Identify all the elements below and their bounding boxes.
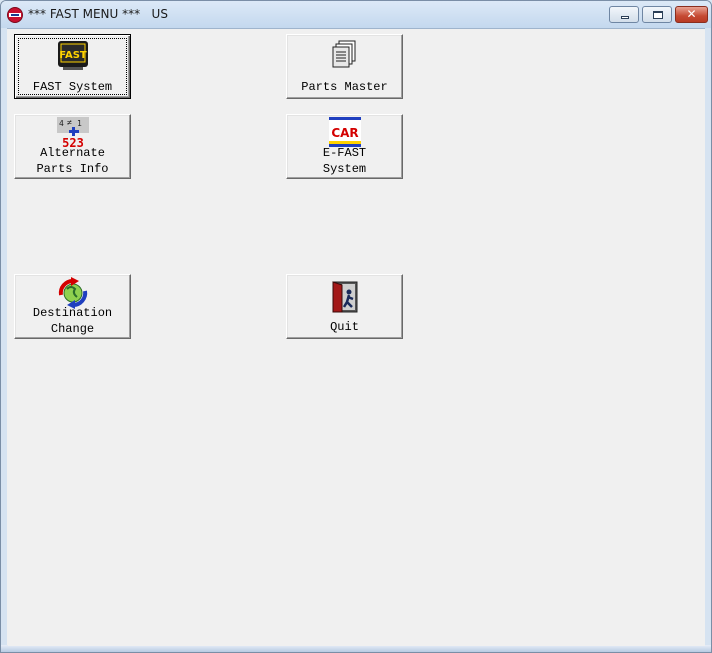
- fast-logo-icon: FAST: [58, 41, 88, 70]
- alternate-parts-info-button[interactable]: 4 ≠ 1 523 Alternate Parts Info: [14, 114, 131, 179]
- fast-logo-text: FAST: [59, 50, 87, 61]
- minimize-button[interactable]: [609, 6, 639, 23]
- minimize-icon: [621, 16, 629, 19]
- parts-master-label: Parts Master: [301, 80, 388, 94]
- title-bar[interactable]: *** FAST MENU *** US ✕: [1, 1, 711, 29]
- app-logo-icon[interactable]: [7, 7, 23, 23]
- fast-menu-window: *** FAST MENU *** US ✕ FAST FAST System: [0, 0, 712, 653]
- e-fast-system-button[interactable]: CAR E-FAST System: [286, 114, 403, 179]
- close-icon: ✕: [686, 7, 697, 21]
- e-fast-system-label: E-FAST System: [322, 146, 367, 176]
- window-border-bottom: [1, 645, 711, 652]
- window-border-right: [705, 28, 711, 652]
- parts-master-button[interactable]: Parts Master: [286, 34, 403, 99]
- destination-change-button[interactable]: Destination Change: [14, 274, 131, 339]
- menu-panel: FAST FAST System Parts Master 4 ≠ 1 523 …: [8, 29, 705, 646]
- svg-text:4: 4: [59, 119, 64, 128]
- maximize-icon: [653, 11, 663, 19]
- maximize-button[interactable]: [642, 6, 672, 23]
- svg-text:1: 1: [77, 119, 82, 128]
- svg-text:≠: ≠: [67, 118, 72, 127]
- alternate-parts-info-label: Alternate Parts Info: [36, 146, 109, 176]
- window-title: *** FAST MENU *** US: [28, 7, 168, 21]
- quit-button[interactable]: Quit: [286, 274, 403, 339]
- quit-label: Quit: [330, 320, 359, 334]
- documents-stack-icon: [332, 40, 356, 68]
- car-icon-text: CAR: [331, 126, 358, 140]
- fast-system-label: FAST System: [32, 80, 113, 94]
- close-button[interactable]: ✕: [675, 6, 708, 23]
- destination-change-label: Destination Change: [32, 306, 113, 336]
- fast-system-button[interactable]: FAST FAST System: [14, 34, 131, 99]
- window-border-left: [1, 28, 7, 652]
- exit-door-icon: [332, 281, 358, 313]
